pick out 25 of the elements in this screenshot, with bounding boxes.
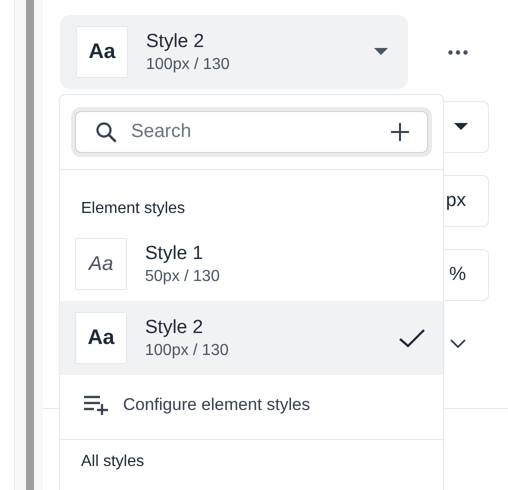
style-option[interactable]: Aa Style 2 100px / 130 — [60, 301, 443, 375]
style-size: 100px / 130 — [146, 54, 231, 74]
style-name: Style 2 — [146, 30, 206, 54]
section-heading: All styles — [80, 452, 146, 472]
style-name: Style 1 — [145, 242, 204, 266]
style-preview: Aa — [75, 238, 127, 290]
plus-icon[interactable] — [390, 122, 410, 142]
style-name: Style 2 — [145, 316, 204, 340]
section-heading: Element styles — [80, 199, 186, 219]
style-selector[interactable]: Aa Style 2 100px / 130 — [60, 15, 408, 89]
search-field[interactable]: Search — [75, 111, 428, 153]
style-option[interactable]: Aa Style 1 50px / 130 — [60, 227, 443, 301]
configure-styles-link[interactable]: Configure element styles — [60, 375, 443, 423]
list-add-icon — [84, 395, 110, 415]
search-icon — [95, 121, 117, 143]
style-preview: Aa — [76, 26, 128, 78]
checkmark-icon — [399, 328, 425, 348]
more-icon[interactable] — [448, 50, 468, 54]
resize-handle[interactable] — [26, 0, 34, 490]
style-size: 100px / 130 — [145, 340, 230, 360]
chevron-down-icon[interactable] — [450, 339, 466, 348]
style-preview: Aa — [75, 312, 127, 364]
style-size: 50px / 130 — [145, 266, 221, 286]
caret-icon — [454, 123, 468, 131]
caret-icon — [374, 48, 388, 56]
